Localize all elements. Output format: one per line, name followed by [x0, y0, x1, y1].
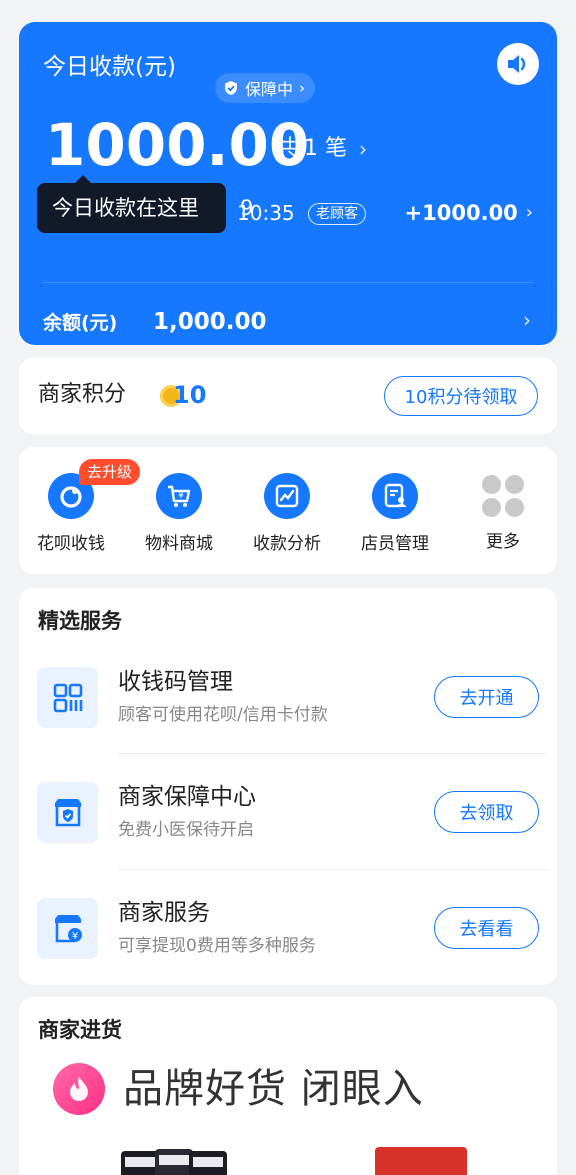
points-label: 商家积分 — [38, 382, 127, 407]
section-title: 商家进货 — [38, 1018, 122, 1042]
quick-item-staff[interactable]: 店员管理 — [350, 473, 440, 555]
balance-value: 1,000.00 — [153, 309, 267, 335]
shop-shield-icon — [37, 782, 98, 843]
claim-points-button[interactable]: 10积分待领取 — [384, 376, 538, 416]
guide-tooltip[interactable]: 今日收款在这里 9 — [37, 175, 253, 233]
service-subtitle: 顾客可使用花呗/信用卡付款 — [118, 705, 328, 725]
view-button[interactable]: 去看看 — [434, 907, 539, 949]
service-item-qrcode[interactable]: 收钱码管理 顾客可使用花呗/信用卡付款 去开通 — [19, 667, 557, 782]
product-box-image[interactable] — [375, 1147, 467, 1175]
guarantee-badge[interactable]: 保障中 › — [215, 73, 316, 103]
sound-button[interactable] — [497, 43, 539, 85]
service-title: 商家保障中心 — [118, 784, 256, 810]
transaction-count: 共 1 笔 — [275, 136, 347, 161]
quick-item-label: 店员管理 — [361, 534, 429, 554]
quick-item-label: 收款分析 — [253, 534, 321, 554]
shield-icon — [225, 81, 237, 95]
quick-item-label: 更多 — [486, 532, 520, 552]
service-item-protection[interactable]: 商家保障中心 免费小医保待开启 去领取 — [19, 782, 557, 897]
service-title: 商家服务 — [118, 900, 210, 926]
chevron-right-icon: › — [525, 202, 533, 223]
qrcode-icon — [37, 667, 98, 728]
chart-icon — [264, 473, 310, 519]
section-title: 精选服务 — [38, 609, 122, 633]
merchant-points-card: 商家积分 10 10积分待领取 — [19, 358, 557, 434]
speaker-icon — [508, 55, 526, 73]
divider — [43, 282, 533, 283]
service-item-merchant[interactable]: ¥ 商家服务 可享提现0费用等多种服务 去看看 — [19, 898, 557, 1013]
activate-button[interactable]: 去开通 — [434, 676, 539, 718]
more-icon — [482, 475, 524, 517]
balance-label: 余额(元) — [43, 312, 118, 334]
upgrade-badge[interactable]: 去升级 — [79, 459, 141, 485]
quick-item-label: 花呗收钱 — [37, 534, 105, 554]
chevron-right-icon: › — [299, 79, 306, 97]
transaction-amount: +1000.00 — [404, 201, 518, 225]
selected-services-card: 精选服务 收钱码管理 顾客可使用花呗/信用卡付款 去开通 商家保障中心 免费小医… — [19, 588, 557, 985]
today-amount: 1000.00 — [45, 111, 310, 179]
quick-item-label: 物料商城 — [145, 534, 213, 554]
service-subtitle: 免费小医保待开启 — [118, 820, 254, 840]
tooltip-peek-digit: 9 — [240, 196, 254, 220]
cart-icon: ¥ — [156, 473, 202, 519]
staff-icon — [372, 473, 418, 519]
quick-item-material-mall[interactable]: ¥ 物料商城 — [134, 473, 224, 555]
quick-item-huabei[interactable]: 花呗收钱 — [26, 473, 116, 555]
quick-item-analysis[interactable]: 收款分析 — [242, 473, 332, 555]
transaction-count-link[interactable]: 共 1 笔 › — [275, 134, 367, 164]
quick-item-more[interactable]: 更多 — [458, 473, 548, 553]
divider — [118, 753, 547, 754]
divider — [118, 869, 547, 870]
chevron-right-icon: › — [358, 137, 367, 161]
svg-text:¥: ¥ — [71, 931, 77, 942]
today-receipts-title: 今日收款(元) — [43, 54, 176, 80]
points-value: 10 — [173, 381, 207, 409]
product-socks-image[interactable] — [111, 1143, 239, 1175]
svg-text:¥: ¥ — [178, 491, 184, 501]
chevron-right-icon[interactable]: › — [523, 308, 531, 332]
quick-entries: 花呗收钱 ¥ 物料商城 收款分析 店员管理 更多 去升级 — [19, 447, 557, 574]
merchant-purchasing-card[interactable]: 商家进货 品牌好货 闭眼入 — [19, 997, 557, 1175]
shop-yuan-icon: ¥ — [37, 898, 98, 959]
guarantee-label: 保障中 — [245, 80, 294, 99]
banner-slogan: 品牌好货 闭眼入 — [123, 1066, 424, 1112]
customer-badge: 老顾客 — [308, 203, 366, 225]
transaction-amount-link[interactable]: +1000.00 › — [405, 198, 533, 228]
claim-button[interactable]: 去领取 — [434, 791, 539, 833]
flame-logo-icon — [53, 1063, 105, 1115]
tooltip-text: 今日收款在这里 — [52, 196, 199, 220]
service-title: 收钱码管理 — [118, 669, 233, 695]
service-subtitle: 可享提现0费用等多种服务 — [118, 936, 316, 956]
